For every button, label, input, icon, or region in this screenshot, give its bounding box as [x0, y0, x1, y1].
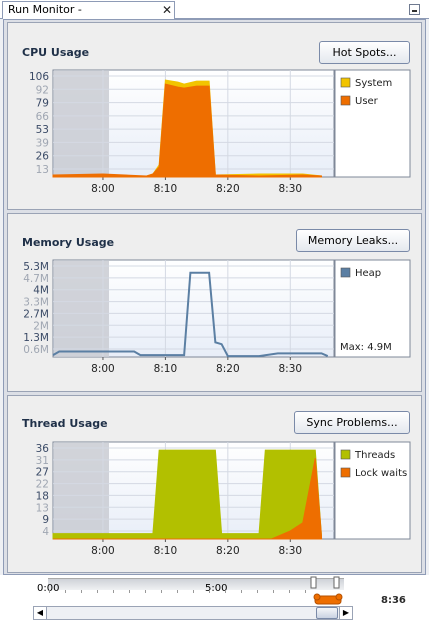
tab-strip: Run Monitor - profilingdemo_1 ✕	[0, 0, 429, 32]
run-monitor: Run Monitor - profilingdemo_1 ✕ CPU Usag…	[0, 0, 429, 622]
y-tick-label: 13	[36, 502, 49, 514]
cpu-panel: CPU Usage Hot Spots... 106 92 79 66 53 39 26 13…	[7, 22, 422, 210]
legend-label: Heap	[355, 268, 381, 279]
y-tick-label: 0.6M	[23, 344, 49, 356]
x-tick-label: 8:20	[216, 183, 240, 195]
legend-swatch	[340, 77, 351, 88]
y-tick-label: 13	[36, 164, 49, 176]
current-time: 8:36	[381, 595, 406, 606]
legend-swatch	[340, 95, 351, 106]
y-tick-label: 53	[36, 124, 49, 136]
x-tick-label: 8:00	[91, 183, 115, 195]
y-tick-label: 1.3M	[23, 332, 49, 344]
x-tick-label: 8:30	[278, 545, 302, 557]
thread-panel: Thread Usage Sync Problems... 36 31 27 22 18…	[7, 395, 422, 573]
x-tick-label: 8:00	[91, 363, 115, 375]
x-tick-label: 8:20	[216, 545, 240, 557]
history-shade	[54, 443, 109, 539]
x-tick-label: 8:10	[154, 545, 178, 557]
legend-swatch	[340, 449, 351, 460]
close-icon[interactable]: ✕	[161, 2, 173, 18]
y-tick-label: 36	[36, 443, 50, 455]
selection-handle-left[interactable]	[310, 576, 317, 589]
thread-chart: 36312722181394 8:00 8:10 8:20 8:30 Threads Loc…	[36, 441, 411, 557]
legend-label: Threads	[354, 450, 395, 461]
y-tick-label: 66	[36, 111, 50, 123]
x-tick-label: 8:10	[154, 183, 178, 195]
legend-swatch	[340, 467, 351, 478]
y-tick-label: 4	[42, 526, 49, 538]
x-tick-label: 8:20	[216, 363, 240, 375]
y-tick-label: 106	[29, 71, 49, 83]
y-tick-label: 22	[36, 479, 49, 491]
history-shade	[54, 71, 109, 177]
monitor-window: CPU Usage Hot Spots... 106 92 79 66 53 39 26 13…	[3, 19, 426, 575]
y-tick-label: 5.3M	[23, 261, 49, 273]
y-tick-label: 26	[36, 151, 50, 163]
x-tick-label: 8:10	[154, 363, 178, 375]
y-tick-label: 18	[36, 490, 49, 502]
y-tick-label: 9	[42, 514, 49, 526]
y-tick-label: 31	[36, 455, 49, 467]
y-tick-label: 27	[36, 467, 49, 479]
y-tick-label: 39	[36, 137, 49, 149]
timeline-scrollbar[interactable]: ◀ ▶	[33, 606, 353, 620]
legend-label: Lock waits	[355, 468, 407, 479]
tab-run-monitor[interactable]: Run Monitor - profilingdemo_1 ✕	[2, 1, 175, 32]
memory-chart: 5.3M4.7M4M3.3M2.7M2M1.3M0.6M 8:00 8:10 8:20…	[23, 259, 411, 375]
selection-handle-right[interactable]	[333, 576, 340, 589]
scroll-left-icon[interactable]: ◀	[34, 607, 47, 619]
x-tick-label: 8:30	[278, 183, 302, 195]
legend-label: System	[355, 78, 392, 89]
y-tick-label: 92	[36, 84, 49, 96]
y-tick-label: 4M	[33, 285, 49, 297]
history-shade	[54, 261, 109, 357]
cpu-chart: 10692 79665339 2613 8:00 8:10 8:20 8:30 System U…	[29, 69, 411, 195]
legend-label: User	[355, 96, 379, 107]
scroll-thumb[interactable]	[316, 607, 338, 619]
x-tick-label: 8:00	[91, 545, 115, 557]
scroll-right-icon[interactable]: ▶	[339, 607, 352, 619]
legend-swatch	[340, 267, 351, 278]
y-tick-label: 4.7M	[23, 273, 49, 285]
y-tick-label: 2.7M	[23, 308, 49, 320]
x-tick-label: 8:30	[278, 363, 302, 375]
legend-max-note: Max: 4.9M	[340, 342, 392, 353]
y-tick-label: 2M	[33, 320, 49, 332]
y-tick-label: 3.3M	[23, 297, 49, 309]
minimize-icon[interactable]	[409, 4, 420, 15]
y-tick-label: 79	[36, 98, 49, 110]
memory-panel: Memory Usage Memory Leaks... 5.3M 4.7M 4M 3…	[7, 213, 422, 392]
